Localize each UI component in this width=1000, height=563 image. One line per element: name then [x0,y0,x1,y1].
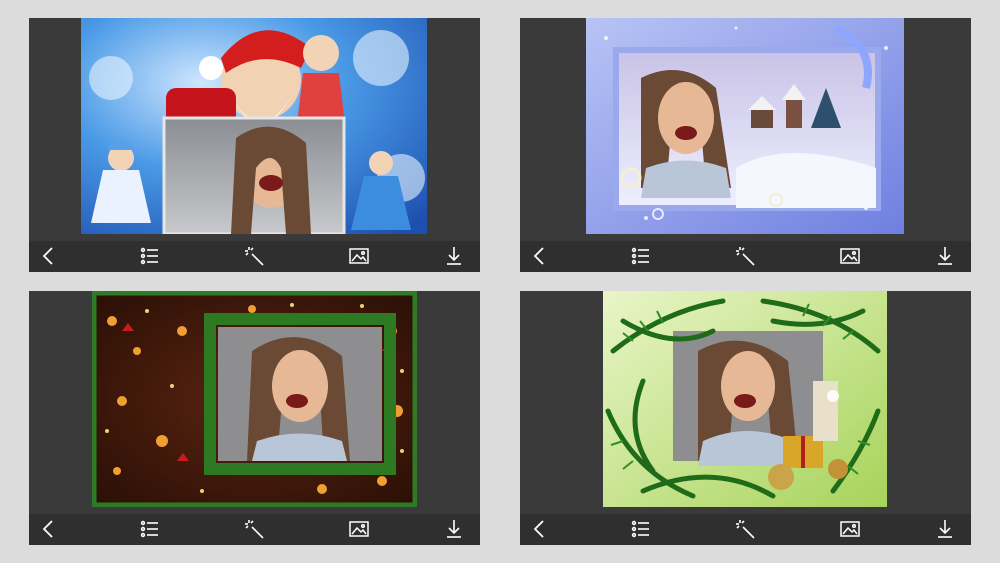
back-button[interactable]: back-icon [528,245,552,267]
frame-image-winter-village[interactable] [586,18,904,234]
image-button[interactable]: image-icon [838,518,862,540]
magic-wand-button[interactable]: magic-wand-icon [734,518,758,540]
editor-toolbar: back-icon list-icon magic-wand-icon imag… [29,241,480,272]
back-button[interactable]: back-icon [37,518,61,540]
photo-frame-preview-2: back-icon list-icon magic-wand-icon imag… [520,18,971,272]
image-button[interactable]: image-icon [347,518,371,540]
magic-wand-button[interactable]: magic-wand-icon [243,518,267,540]
list-button[interactable]: list-icon [138,245,162,267]
frame-image-santa[interactable] [81,18,427,234]
back-button[interactable]: back-icon [37,245,61,267]
download-button[interactable]: download-icon [933,518,957,540]
list-button[interactable]: list-icon [138,518,162,540]
magic-wand-button[interactable]: magic-wand-icon [734,245,758,267]
list-button[interactable]: list-icon [629,245,653,267]
download-button[interactable]: download-icon [442,245,466,267]
magic-wand-button[interactable]: magic-wand-icon [243,245,267,267]
editor-toolbar: back-icon list-icon magic-wand-icon imag… [520,241,971,272]
frame-image-pine-branches[interactable] [603,291,887,507]
photo-frame-preview-3: back-icon list-icon magic-wand-icon imag… [29,291,480,545]
image-button[interactable]: image-icon [347,245,371,267]
back-button[interactable]: back-icon [528,518,552,540]
editor-toolbar: back-icon list-icon magic-wand-icon imag… [29,514,480,545]
frame-image-christmas-lights[interactable] [92,291,417,507]
image-button[interactable]: image-icon [838,245,862,267]
editor-toolbar: back-icon list-icon magic-wand-icon imag… [520,514,971,545]
photo-frame-preview-4: back-icon list-icon magic-wand-icon imag… [520,291,971,545]
download-button[interactable]: download-icon [933,245,957,267]
download-button[interactable]: download-icon [442,518,466,540]
list-button[interactable]: list-icon [629,518,653,540]
photo-frame-preview-1: back-icon list-icon magic-wand-icon imag… [29,18,480,272]
